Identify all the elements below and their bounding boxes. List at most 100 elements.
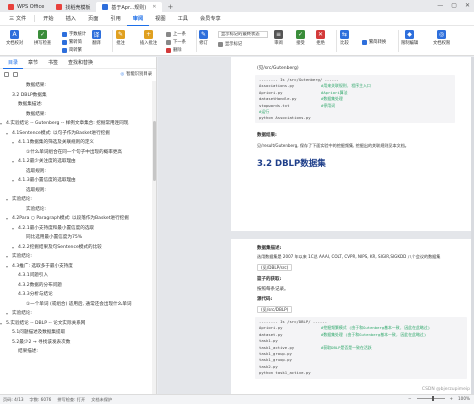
menu-insert[interactable]: 插入 bbox=[60, 12, 82, 26]
document-area[interactable]: (见/src/Gutenberg) -------- Is /src/Guten… bbox=[158, 57, 474, 394]
next-comment-button[interactable]: 下一条 bbox=[166, 39, 186, 45]
toc-item[interactable]: ▾ 4.1Sentence模式: 以句子作为Basket进行挖掘 bbox=[0, 129, 153, 139]
zoom-slider[interactable] bbox=[416, 395, 445, 401]
toc-item[interactable]: ▾ 实验结论: bbox=[0, 309, 153, 319]
toc-scrollbar[interactable] bbox=[152, 81, 156, 394]
menu-member[interactable]: 会员专享 bbox=[194, 12, 227, 26]
close-tab-icon[interactable]: ✕ bbox=[152, 4, 156, 10]
toc-item[interactable]: 5.1问题描述及数据集提取 bbox=[0, 328, 153, 338]
chevron-down-icon[interactable]: ▾ bbox=[6, 309, 8, 319]
page-indicator[interactable]: 页码: 4/13 bbox=[3, 397, 24, 403]
chevron-down-icon[interactable]: ▾ bbox=[0, 119, 2, 129]
menu-references[interactable]: 引用 bbox=[104, 12, 126, 26]
toc-item[interactable]: 选取规则: bbox=[0, 167, 153, 177]
chevron-down-icon[interactable]: ▾ bbox=[6, 129, 8, 139]
tab-template[interactable]: 找稻壳模板 bbox=[50, 2, 96, 12]
toc-item[interactable]: ▾ 4.2.1最小支持度和最小置信度的选取 bbox=[0, 224, 153, 234]
tab-document[interactable]: 基于Apr...规则) ✕ bbox=[96, 2, 163, 12]
tab-bookmarks[interactable]: 书签 bbox=[43, 57, 63, 69]
minimize-icon[interactable]: — bbox=[437, 2, 443, 9]
spell-status[interactable]: 拼写检查: 打开 bbox=[57, 397, 85, 403]
accept-button[interactable]: ✓ 接受 bbox=[296, 30, 305, 46]
restrict-editing-button[interactable]: ◆ 限制编辑 bbox=[401, 30, 418, 46]
close-window-icon[interactable]: ✕ bbox=[465, 2, 470, 9]
toc-item[interactable]: 选取规则: bbox=[0, 186, 153, 196]
insert-comment-button[interactable]: + 插入批注 bbox=[140, 30, 157, 46]
menu-tools[interactable]: 工具 bbox=[172, 12, 194, 26]
document-page[interactable]: 数据集描述: 选用数据集是 2007 年以来 1C总 AAAI, COLT, C… bbox=[231, 239, 474, 394]
tab-chapters[interactable]: 章节 bbox=[23, 57, 43, 69]
toc-item[interactable]: 结果描述: bbox=[0, 347, 153, 357]
compare-button[interactable]: ⇆ 比较 bbox=[340, 30, 349, 46]
chevron-down-icon[interactable]: ▾ bbox=[6, 262, 8, 272]
toc-item[interactable]: 4.3.3分析与结论 bbox=[0, 290, 153, 300]
toc-item[interactable]: 数据集描述: bbox=[0, 100, 153, 110]
toc-item[interactable]: 实验结论: bbox=[0, 205, 153, 215]
file-menu[interactable]: 三 文件 bbox=[3, 12, 32, 26]
smart-toc-button[interactable]: ◎ 智能识别目录 bbox=[120, 71, 152, 78]
toc-item[interactable]: 数据结果: bbox=[0, 81, 153, 91]
tab-wps-office[interactable]: WPS Office bbox=[2, 2, 50, 12]
review-pane-button[interactable]: ≡ 审阅 bbox=[274, 30, 283, 46]
expand-all-icon[interactable] bbox=[4, 71, 9, 77]
delete-comment-button[interactable]: 删除 bbox=[166, 47, 182, 53]
simplify-button[interactable]: 繁转简 bbox=[62, 39, 82, 45]
word-count-button[interactable]: 字数统计 bbox=[62, 31, 86, 37]
traditional-button[interactable]: 简转繁 bbox=[62, 47, 82, 53]
toc-item[interactable]: ①一个单词 (或组合) 适用后, 通常还会出现什么单词 bbox=[0, 300, 153, 310]
toc-item[interactable]: ▾ 4.实验结论 -- Gutenberg -- 样例文章集合: 挖掘常用连同现 bbox=[0, 119, 153, 129]
chevron-down-icon[interactable]: ▾ bbox=[12, 138, 14, 148]
zoom-out-icon[interactable]: − bbox=[408, 396, 412, 401]
menu-view[interactable]: 视图 bbox=[149, 12, 171, 26]
chevron-down-icon[interactable]: ▾ bbox=[6, 195, 8, 205]
toc-item[interactable]: ▾ 实验结论: bbox=[0, 195, 153, 205]
tab-toc[interactable]: 目录 bbox=[3, 57, 24, 69]
chevron-down-icon[interactable]: ▾ bbox=[12, 157, 14, 167]
word-count[interactable]: 字数: 6076 bbox=[30, 397, 52, 403]
toc-item[interactable]: 5.2最少2 → 寻找该发表次数 bbox=[0, 338, 153, 348]
zoom-slider-knob[interactable] bbox=[432, 395, 435, 401]
toc-item[interactable]: 同比选用最小置信度为75% bbox=[0, 233, 153, 243]
reject-button[interactable]: ✕ 拒绝 bbox=[316, 30, 325, 46]
toc-item[interactable]: ▾ 实验结论: bbox=[0, 252, 153, 262]
tab-find-replace[interactable]: 查找和替换 bbox=[63, 57, 98, 69]
toc-item[interactable]: ▾ 4.3推广: 选取多于最小支持度 bbox=[0, 262, 153, 272]
show-markup-button[interactable]: 显示标记 bbox=[218, 41, 242, 47]
chevron-down-icon[interactable]: ▾ bbox=[12, 224, 14, 234]
prev-comment-button[interactable]: 上一条 bbox=[166, 31, 186, 37]
menu-review[interactable]: 审阅 bbox=[126, 12, 150, 26]
toc-item[interactable]: ▾ 4.1.3最小置信度的选取理由 bbox=[0, 176, 153, 186]
chevron-down-icon[interactable]: ▾ bbox=[12, 176, 14, 186]
toc-scroll-thumb[interactable] bbox=[152, 121, 156, 181]
chevron-down-icon[interactable]: ▾ bbox=[6, 252, 8, 262]
toc-item[interactable]: ▾ 4.2Para ○ Paragraph模式: 以段落作为Basket进行挖掘 bbox=[0, 214, 153, 224]
toc-item[interactable]: ▾ 4.1.1数据集的筛选及关联规则的定义 bbox=[0, 138, 153, 148]
document-permission-button[interactable]: ◎ 文档权限 bbox=[433, 30, 450, 46]
convert-button[interactable]: 繁简转换 bbox=[362, 39, 386, 45]
menu-page[interactable]: 页面 bbox=[82, 12, 104, 26]
menu-home[interactable]: 开始 bbox=[37, 12, 59, 26]
zoom-level[interactable]: 100% bbox=[458, 396, 470, 401]
spell-check-button[interactable]: ✓ 拼写检查 bbox=[34, 30, 51, 46]
translate-button[interactable]: 译 翻译 bbox=[92, 30, 101, 46]
toc-item[interactable]: ▾ 5.实验结论 -- DBLP -- 论文实际关系网 bbox=[0, 319, 153, 329]
toc-item[interactable]: 4.3.1问题引入 bbox=[0, 271, 153, 281]
toc-item[interactable]: 4.3.2数据的分布问题 bbox=[0, 281, 153, 291]
track-changes-button[interactable]: ✎ 修订 bbox=[199, 30, 208, 46]
proofread-button[interactable]: A 文档校对 bbox=[6, 30, 23, 46]
maximize-icon[interactable]: ▢ bbox=[451, 2, 457, 9]
new-tab-button[interactable]: + bbox=[162, 2, 178, 12]
toc-item[interactable]: ▾ 4.1.2最少关注度的选取理由 bbox=[0, 157, 153, 167]
toc-item[interactable]: ①什么单词组合在同一个句子中出现的概率更高 bbox=[0, 148, 153, 158]
toc-item[interactable]: 3.2 DBLP数据集 bbox=[0, 91, 153, 101]
chevron-down-icon[interactable]: ▾ bbox=[6, 214, 8, 224]
toc-item[interactable]: ▾ 4.2.2挖掘结果及句Sentence模式的比较 bbox=[0, 243, 153, 253]
toc-item[interactable]: 数据结果: bbox=[0, 110, 153, 120]
markup-display-select[interactable]: 显示标记的最终状态 bbox=[218, 31, 268, 38]
comment-button[interactable]: ✎ 批注 bbox=[116, 30, 125, 46]
chevron-down-icon[interactable]: ▾ bbox=[0, 319, 2, 329]
document-page[interactable]: (见/src/Gutenberg) -------- Is /src/Guten… bbox=[231, 57, 474, 231]
zoom-in-icon[interactable]: + bbox=[450, 396, 454, 401]
collapse-all-icon[interactable] bbox=[13, 71, 18, 77]
chevron-down-icon[interactable]: ▾ bbox=[12, 243, 14, 253]
